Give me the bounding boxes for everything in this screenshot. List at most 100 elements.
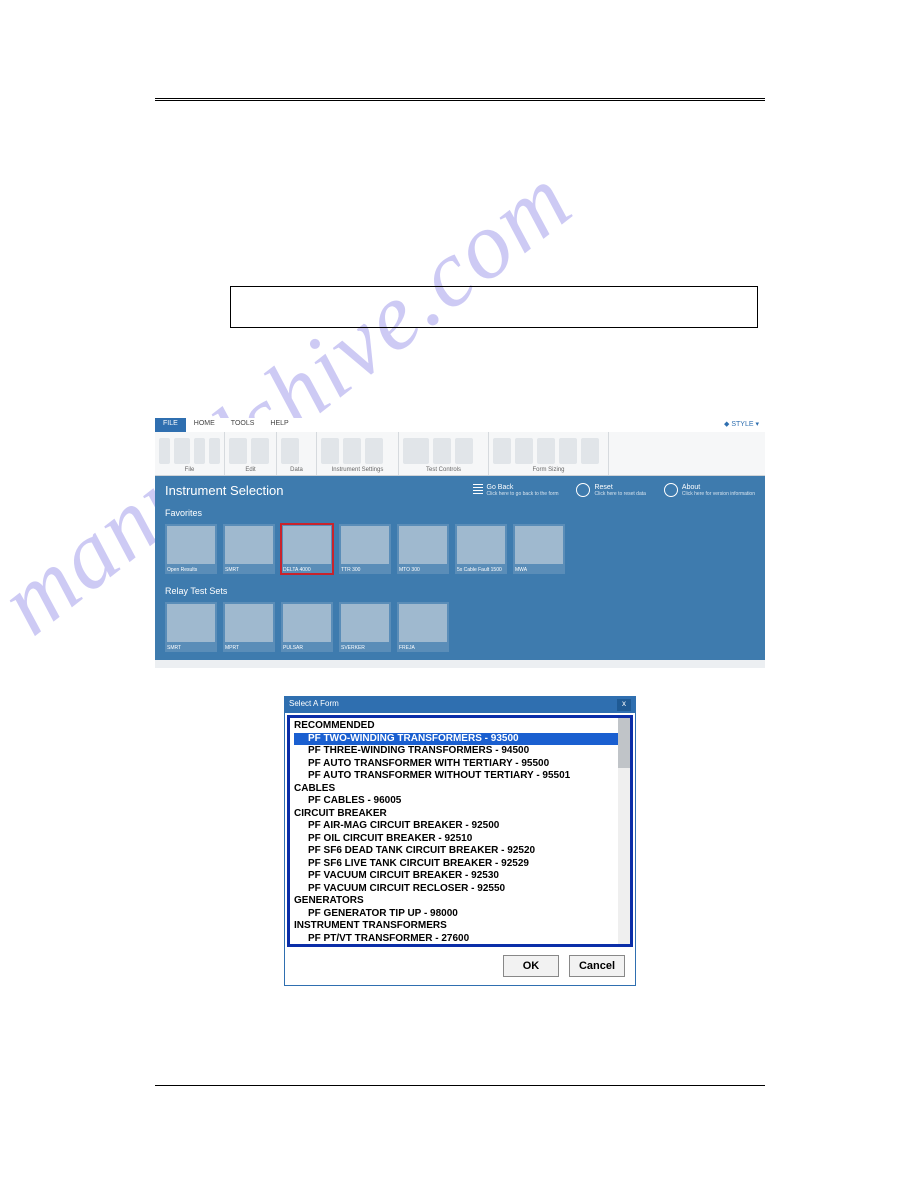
- tab-file[interactable]: FILE: [155, 418, 186, 432]
- question-icon: [664, 483, 678, 497]
- list-group-header: INSTRUMENT TRANSFORMERS: [294, 920, 626, 933]
- list-item[interactable]: PF AUTO TRANSFORMER WITH TERTIARY - 9550…: [294, 758, 626, 771]
- banner-about[interactable]: About Click here for version information: [664, 483, 755, 497]
- ribbon-group-label: File: [159, 467, 220, 473]
- favorites-row: Open Results SMRT DELTA 4000 TTR 300 MTO…: [155, 520, 765, 582]
- zoom-in-icon[interactable]: [493, 438, 511, 464]
- fit-width-icon[interactable]: [559, 438, 577, 464]
- ribbon-group-data: Data: [277, 432, 317, 475]
- form-listbox[interactable]: RECOMMENDEDPF TWO-WINDING TRANSFORMERS -…: [287, 715, 633, 947]
- tile-delta-4000[interactable]: DELTA 4000: [281, 524, 333, 574]
- scrollbar-track[interactable]: [618, 718, 630, 944]
- relay-row: SMRT MPRT PULSAR SVERKER FREJA: [155, 598, 765, 660]
- setup-icon[interactable]: [343, 438, 361, 464]
- ribbon-body: File Edit Data: [155, 432, 765, 476]
- app-screenshot: FILE HOME TOOLS HELP ◆ STYLE ▾ File: [155, 418, 765, 668]
- tile-cable-fault[interactable]: 5x Cable Fault 1500: [455, 524, 507, 574]
- tile-label: SMRT: [165, 644, 217, 652]
- list-item[interactable]: PF CURRENT TRANSFORMER - 27610: [294, 945, 626, 947]
- list-item[interactable]: PF SF6 DEAD TANK CIRCUIT BREAKER - 92520: [294, 845, 626, 858]
- initialize-icon[interactable]: [365, 438, 383, 464]
- tab-home[interactable]: HOME: [186, 418, 223, 432]
- list-item[interactable]: PF THREE-WINDING TRANSFORMERS - 94500: [294, 745, 626, 758]
- list-item[interactable]: PF GENERATOR TIP UP - 98000: [294, 908, 626, 921]
- list-item[interactable]: PF TWO-WINDING TRANSFORMERS - 93500: [294, 733, 626, 746]
- banner-goback[interactable]: Go Back Click here to go back to the for…: [473, 484, 559, 497]
- list-item[interactable]: PF SF6 LIVE TANK CIRCUIT BREAKER - 92529: [294, 858, 626, 871]
- instrument-image: [225, 604, 273, 642]
- header-rule: [155, 98, 765, 101]
- instrument-image: [283, 526, 331, 564]
- discover-connect-icon[interactable]: [433, 438, 451, 464]
- tile-sverker[interactable]: SVERKER: [339, 602, 391, 652]
- tile-freja[interactable]: FREJA: [397, 602, 449, 652]
- ribbon-group-instrument-settings: Instrument Settings: [317, 432, 399, 475]
- new-icon[interactable]: [159, 438, 170, 464]
- tile-label: MPRT: [223, 644, 275, 652]
- tile-open-results[interactable]: Open Results: [165, 524, 217, 574]
- ribbon-group-edit: Edit: [225, 432, 277, 475]
- tile-label: MWA: [513, 566, 565, 574]
- zoom-out-icon[interactable]: [515, 438, 533, 464]
- list-group-header: GENERATORS: [294, 895, 626, 908]
- save-icon[interactable]: [194, 438, 205, 464]
- instrument-image: [457, 526, 505, 564]
- select-form-dialog: Select A Form x RECOMMENDEDPF TWO-WINDIN…: [284, 696, 636, 986]
- ribbon-group-label: Test Controls: [403, 467, 484, 473]
- dialog-titlebar: Select A Form x: [285, 697, 635, 713]
- style-dropdown[interactable]: ◆ STYLE ▾: [718, 418, 765, 432]
- banner-item-title: About: [682, 484, 755, 491]
- zoom-100-icon[interactable]: [537, 438, 555, 464]
- tile-label: FREJA: [397, 644, 449, 652]
- tile-mwa[interactable]: MWA: [513, 524, 565, 574]
- tile-mprt[interactable]: MPRT: [223, 602, 275, 652]
- ok-button[interactable]: OK: [503, 955, 559, 977]
- tile-label: MTO 300: [397, 566, 449, 574]
- list-item[interactable]: PF OIL CIRCUIT BREAKER - 92510: [294, 833, 626, 846]
- select-form-dialog-wrap: Select A Form x RECOMMENDEDPF TWO-WINDIN…: [284, 696, 636, 986]
- tile-ttr-300[interactable]: TTR 300: [339, 524, 391, 574]
- instrument-image: [515, 526, 563, 564]
- import-icon[interactable]: [281, 438, 299, 464]
- relay-heading: Relay Test Sets: [155, 582, 765, 598]
- fit-height-icon[interactable]: [581, 438, 599, 464]
- instrument-image: [283, 604, 331, 642]
- ribbon-group-form-sizing: Form Sizing: [489, 432, 609, 475]
- tile-label: TTR 300: [339, 566, 391, 574]
- empty-callout-box: [230, 286, 758, 328]
- tab-tools[interactable]: TOOLS: [223, 418, 263, 432]
- scrollbar-thumb[interactable]: [618, 718, 630, 768]
- tile-smrt[interactable]: SMRT: [223, 524, 275, 574]
- ribbon-group-label: Data: [281, 467, 312, 473]
- list-item[interactable]: PF CABLES - 96005: [294, 795, 626, 808]
- tile-label: PULSAR: [281, 644, 333, 652]
- abort-icon[interactable]: [455, 438, 473, 464]
- banner-item-sub: Click here to reset data: [594, 491, 645, 497]
- simulation-mode-icon[interactable]: [403, 438, 429, 464]
- copy-icon[interactable]: [229, 438, 247, 464]
- ribbon-group-test-controls: Test Controls: [399, 432, 489, 475]
- tile-mto-300[interactable]: MTO 300: [397, 524, 449, 574]
- cancel-button[interactable]: Cancel: [569, 955, 625, 977]
- ribbon-group-label: Edit: [229, 467, 272, 473]
- paste-icon[interactable]: [251, 438, 269, 464]
- list-item[interactable]: PF VACUUM CIRCUIT BREAKER - 92530: [294, 870, 626, 883]
- page-content: FILE HOME TOOLS HELP ◆ STYLE ▾ File: [155, 98, 765, 986]
- tile-smrt-relay[interactable]: SMRT: [165, 602, 217, 652]
- list-item[interactable]: PF AUTO TRANSFORMER WITHOUT TERTIARY - 9…: [294, 770, 626, 783]
- tab-help[interactable]: HELP: [262, 418, 296, 432]
- list-group-header: CIRCUIT BREAKER: [294, 808, 626, 821]
- favorites-heading: Favorites: [155, 504, 765, 520]
- list-item[interactable]: PF AIR-MAG CIRCUIT BREAKER - 92500: [294, 820, 626, 833]
- open-icon[interactable]: [174, 438, 190, 464]
- print-icon[interactable]: [209, 438, 220, 464]
- instrument-image: [399, 604, 447, 642]
- close-button[interactable]: x: [617, 699, 631, 711]
- list-item[interactable]: PF PT/VT TRANSFORMER - 27600: [294, 933, 626, 946]
- select-instrument-icon[interactable]: [321, 438, 339, 464]
- banner-item-title: Reset: [594, 484, 645, 491]
- tile-pulsar[interactable]: PULSAR: [281, 602, 333, 652]
- banner-reset[interactable]: Reset Click here to reset data: [576, 483, 645, 497]
- list-item[interactable]: PF VACUUM CIRCUIT RECLOSER - 92550: [294, 883, 626, 896]
- instrument-image: [167, 604, 215, 642]
